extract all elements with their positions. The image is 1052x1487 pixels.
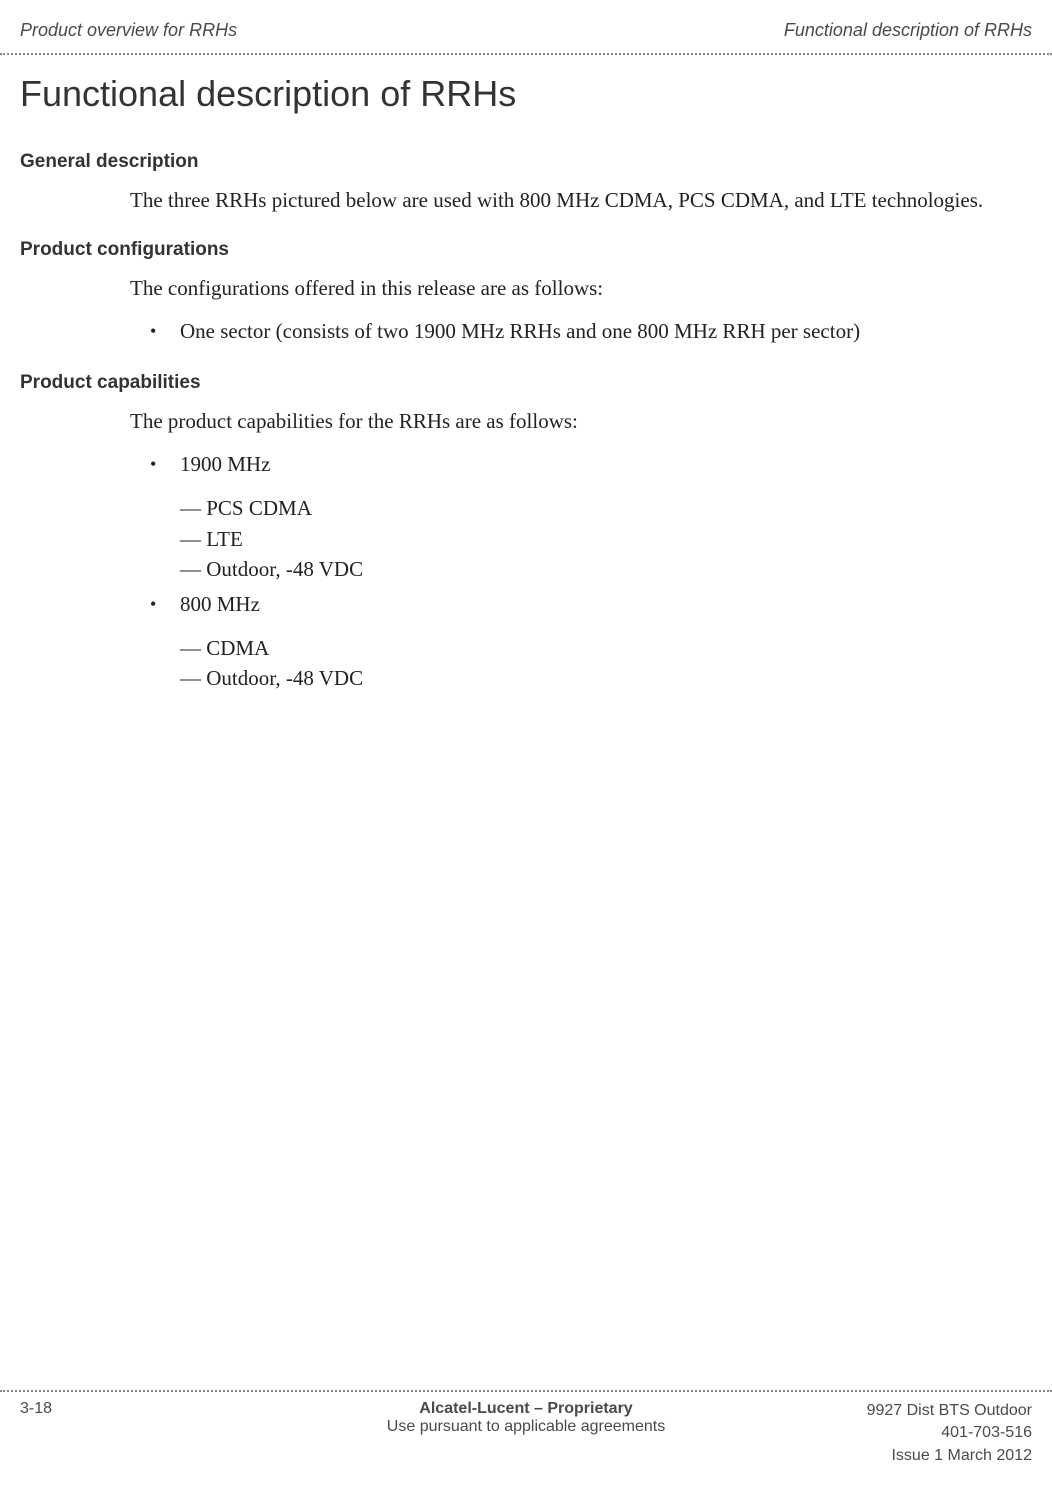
footer-usage: Use pursuant to applicable agreements (273, 1418, 779, 1436)
bullet-text: 1900 MHz (180, 449, 1032, 479)
section-heading-capabilities: Product capabilities (0, 360, 1052, 402)
footer-issue-date: Issue 1 March 2012 (779, 1445, 1032, 1467)
bullet-icon: • (150, 316, 180, 344)
footer-proprietary: Alcatel-Lucent – Proprietary (273, 1400, 779, 1418)
footer-right: 9927 Dist BTS Outdoor 401-703-516 Issue … (779, 1400, 1032, 1467)
section-heading-config: Product configurations (0, 227, 1052, 269)
header-divider (0, 53, 1052, 55)
list-item: • One sector (consists of two 1900 MHz R… (150, 316, 1032, 346)
sub-item: — LTE (0, 524, 1052, 554)
page-title: Functional description of RRHs (0, 73, 1052, 139)
section-heading-general: General description (0, 139, 1052, 181)
bullet-icon: • (150, 449, 180, 477)
body-config: The configurations offered in this relea… (0, 269, 1052, 315)
footer-page-number: 3-18 (20, 1400, 273, 1418)
header-left: Product overview for RRHs (20, 20, 237, 41)
sub-item: — PCS CDMA (0, 493, 1052, 523)
footer-divider (0, 1390, 1052, 1392)
footer-content: 3-18 Alcatel-Lucent – Proprietary Use pu… (0, 1400, 1052, 1467)
capabilities-bullet-list-2: • 800 MHz (0, 585, 1052, 633)
body-capabilities: The product capabilities for the RRHs ar… (0, 402, 1052, 448)
list-item: • 800 MHz (150, 589, 1032, 619)
footer-product: 9927 Dist BTS Outdoor (779, 1400, 1032, 1422)
bullet-text: One sector (consists of two 1900 MHz RRH… (180, 316, 1032, 346)
config-bullet-list: • One sector (consists of two 1900 MHz R… (0, 316, 1052, 360)
bullet-icon: • (150, 589, 180, 617)
body-general: The three RRHs pictured below are used w… (0, 181, 1052, 227)
footer-docnum: 401-703-516 (779, 1422, 1032, 1444)
page-header: Product overview for RRHs Functional des… (0, 0, 1052, 53)
sub-item: — Outdoor, -48 VDC (0, 554, 1052, 584)
bullet-text: 800 MHz (180, 589, 1032, 619)
sub-item: — CDMA (0, 633, 1052, 663)
header-right: Functional description of RRHs (784, 20, 1032, 41)
footer-center: Alcatel-Lucent – Proprietary Use pursuan… (273, 1400, 779, 1436)
capabilities-bullet-list: • 1900 MHz (0, 449, 1052, 493)
sub-item: — Outdoor, -48 VDC (0, 663, 1052, 693)
list-item: • 1900 MHz (150, 449, 1032, 479)
page-footer: 3-18 Alcatel-Lucent – Proprietary Use pu… (0, 1390, 1052, 1487)
